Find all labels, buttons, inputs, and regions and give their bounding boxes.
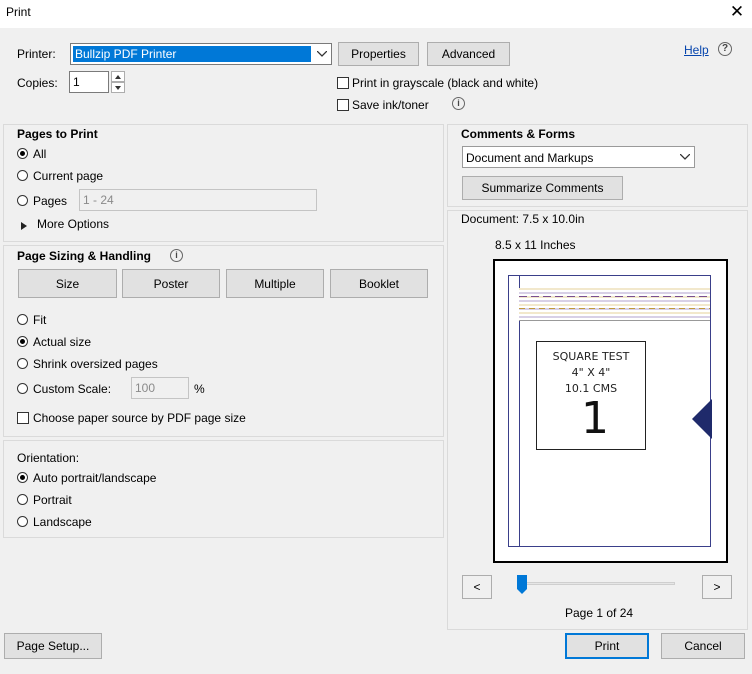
custom-scale-radio[interactable] bbox=[17, 383, 28, 394]
comments-heading: Comments & Forms bbox=[461, 127, 576, 141]
cancel-button[interactable]: Cancel bbox=[661, 633, 745, 659]
help-link[interactable]: Help bbox=[684, 43, 709, 57]
all-radio[interactable] bbox=[17, 148, 28, 159]
actual-size-label: Actual size bbox=[33, 335, 92, 349]
decorative-lines bbox=[519, 288, 710, 320]
page-sizing-heading: Page Sizing & Handling bbox=[17, 249, 152, 263]
save-ink-label: Save ink/toner bbox=[352, 98, 429, 112]
comments-select[interactable]: Document and Markups bbox=[462, 146, 695, 168]
square-test-box: SQUARE TEST 4" X 4" 10.1 CMS 1 bbox=[536, 341, 646, 450]
grayscale-label: Print in grayscale (black and white) bbox=[352, 76, 539, 90]
document-size-label: Document: 7.5 x 10.0in bbox=[461, 212, 585, 226]
next-page-button[interactable]: > bbox=[702, 575, 732, 599]
printable-area: SQUARE TEST 4" X 4" 10.1 CMS 1 bbox=[508, 275, 712, 547]
printer-select[interactable]: Bullzip PDF Printer bbox=[70, 43, 332, 65]
page-slider-track[interactable] bbox=[520, 582, 675, 585]
booklet-button[interactable]: Booklet bbox=[330, 269, 428, 298]
paper-size-label: 8.5 x 11 Inches bbox=[495, 238, 576, 252]
shrink-label: Shrink oversized pages bbox=[33, 357, 158, 371]
triangle-right-icon[interactable] bbox=[21, 219, 27, 233]
page-preview: SQUARE TEST 4" X 4" 10.1 CMS 1 bbox=[493, 259, 728, 563]
title-bar: Print ✕ bbox=[0, 0, 752, 28]
box-line-2: 4" X 4" bbox=[571, 366, 611, 379]
poster-button[interactable]: Poster bbox=[122, 269, 220, 298]
box-line-1: SQUARE TEST bbox=[552, 350, 630, 363]
properties-button[interactable]: Properties bbox=[338, 42, 419, 66]
comments-value: Document and Markups bbox=[466, 151, 594, 165]
pages-label: Pages bbox=[33, 194, 68, 208]
landscape-label: Landscape bbox=[33, 515, 92, 529]
orientation-heading: Orientation: bbox=[17, 451, 80, 465]
summarize-comments-button[interactable]: Summarize Comments bbox=[462, 176, 623, 200]
copies-label: Copies: bbox=[17, 76, 58, 90]
auto-orientation-radio[interactable] bbox=[17, 472, 28, 483]
window-title: Print bbox=[6, 5, 31, 19]
fit-radio[interactable] bbox=[17, 314, 28, 325]
portrait-radio[interactable] bbox=[17, 494, 28, 505]
percent-label: % bbox=[194, 382, 205, 396]
all-label: All bbox=[33, 147, 47, 161]
auto-orientation-label: Auto portrait/landscape bbox=[33, 471, 157, 485]
advanced-button[interactable]: Advanced bbox=[427, 42, 510, 66]
current-page-label: Current page bbox=[33, 169, 104, 183]
page-setup-button[interactable]: Page Setup... bbox=[4, 633, 102, 659]
pages-radio[interactable] bbox=[17, 195, 28, 206]
info-icon[interactable]: i bbox=[452, 97, 465, 110]
multiple-button[interactable]: Multiple bbox=[226, 269, 324, 298]
help-icon[interactable]: ? bbox=[718, 42, 732, 56]
copies-stepper[interactable] bbox=[111, 71, 125, 93]
paper-source-label: Choose paper source by PDF page size bbox=[33, 411, 246, 425]
chevron-down-icon bbox=[313, 44, 331, 64]
box-number: 1 bbox=[581, 393, 609, 444]
current-page-radio[interactable] bbox=[17, 170, 28, 181]
print-button[interactable]: Print bbox=[565, 633, 649, 659]
more-options-label[interactable]: More Options bbox=[37, 217, 109, 231]
printer-label: Printer: bbox=[17, 47, 56, 61]
paper-source-checkbox[interactable] bbox=[17, 412, 29, 424]
info-icon[interactable]: i bbox=[170, 249, 183, 262]
page-status: Page 1 of 24 bbox=[565, 606, 634, 620]
custom-scale-input[interactable]: 100 bbox=[131, 377, 189, 399]
page-slider-thumb[interactable] bbox=[516, 575, 528, 598]
pages-to-print-heading: Pages to Print bbox=[17, 127, 98, 141]
prev-page-button[interactable]: < bbox=[462, 575, 492, 599]
portrait-label: Portrait bbox=[33, 493, 72, 507]
copies-input[interactable]: 1 bbox=[69, 71, 109, 93]
size-button[interactable]: Size bbox=[18, 269, 117, 298]
actual-size-radio[interactable] bbox=[17, 336, 28, 347]
fit-label: Fit bbox=[33, 313, 47, 327]
custom-scale-label: Custom Scale: bbox=[33, 382, 112, 396]
pages-range-input[interactable]: 1 - 24 bbox=[79, 189, 317, 211]
grayscale-checkbox[interactable] bbox=[337, 77, 349, 89]
chevron-down-icon bbox=[676, 147, 694, 167]
printer-value: Bullzip PDF Printer bbox=[75, 47, 177, 61]
landscape-radio[interactable] bbox=[17, 516, 28, 527]
shrink-radio[interactable] bbox=[17, 358, 28, 369]
close-icon[interactable]: ✕ bbox=[728, 2, 746, 22]
navy-triangle bbox=[692, 399, 712, 439]
save-ink-checkbox[interactable] bbox=[337, 99, 349, 111]
